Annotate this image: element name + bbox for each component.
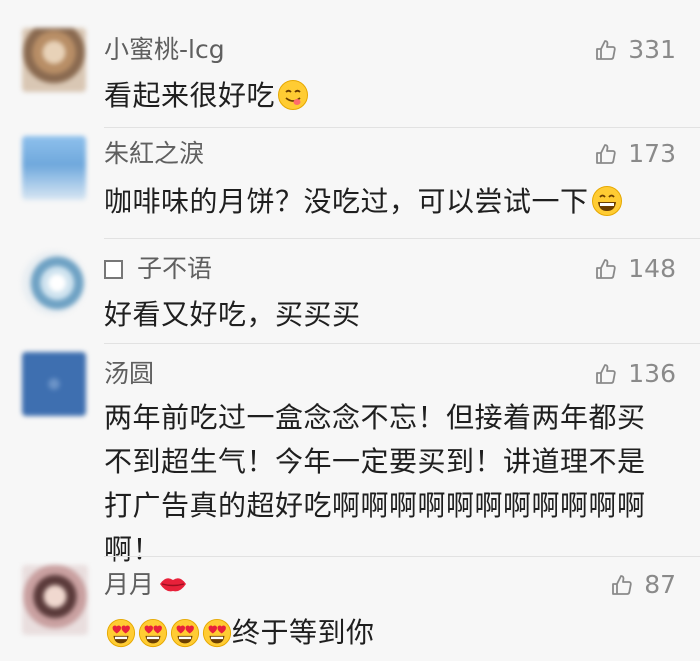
heart-eyes-icon	[138, 618, 168, 648]
username-text: 子不语	[137, 254, 213, 283]
comment-item: 月月 87 终于等到你	[0, 557, 700, 661]
thumbs-up-icon	[596, 364, 617, 384]
comment-text: 两年前吃过一盒念念不忘！但接着两年都买 不到超生气！今年一定要买到！讲道理不是 …	[104, 396, 679, 572]
comment-text: 看起来很好吃	[104, 74, 679, 118]
heart-eyes-icon	[170, 618, 200, 648]
thumbs-up-icon	[596, 144, 617, 164]
comment-text: 终于等到你	[104, 611, 679, 655]
comment-text: 好看又好吃，买买买	[104, 293, 679, 337]
username[interactable]: 汤圆	[104, 358, 154, 390]
avatar[interactable]	[22, 251, 86, 315]
username[interactable]: 小蜜桃-lcg	[104, 34, 225, 66]
comment-line: 两年前吃过一盒念念不忘！但接着两年都买	[104, 401, 646, 434]
username[interactable]: 朱紅之淚	[104, 138, 204, 170]
username[interactable]: 子不语	[104, 253, 212, 285]
like-button[interactable]: 331	[594, 34, 676, 66]
comment-body: 看起来很好吃	[104, 79, 276, 112]
comment-text: 咖啡味的月饼？没吃过，可以尝试一下	[104, 180, 679, 224]
like-count: 148	[628, 254, 676, 283]
like-count: 173	[628, 139, 676, 168]
avatar[interactable]	[22, 352, 86, 416]
username[interactable]: 月月	[104, 569, 188, 601]
comment-line: 打广告真的超好吃啊啊啊啊啊啊啊啊啊啊啊	[104, 489, 646, 522]
heart-eyes-icon	[106, 618, 136, 648]
comment-item: 小蜜桃-lcg 331 看起来很好吃	[0, 0, 700, 130]
comment-item: 子不语 148 好看又好吃，买买买	[0, 239, 700, 343]
comment-body: 好看又好吃，买买买	[104, 298, 361, 331]
like-button[interactable]: 173	[594, 138, 676, 170]
comment-body: 终于等到你	[232, 616, 375, 649]
like-button[interactable]: 148	[594, 253, 676, 285]
like-button[interactable]: 87	[610, 569, 676, 601]
checkbox-icon	[104, 260, 123, 279]
thumbs-up-icon	[612, 575, 632, 595]
comment-item: 汤圆 136 两年前吃过一盒念念不忘！但接着两年都买 不到超生气！今年一定要买到…	[0, 344, 700, 566]
like-button[interactable]: 136	[594, 358, 676, 390]
yum-face-icon	[278, 80, 309, 110]
like-count: 87	[644, 570, 676, 599]
avatar[interactable]	[22, 28, 86, 92]
like-count: 331	[628, 35, 676, 64]
avatar[interactable]	[22, 565, 88, 635]
like-count: 136	[628, 359, 676, 388]
comment-line: 不到超生气！今年一定要买到！讲道理不是	[104, 445, 646, 478]
kiss-mark-icon	[160, 578, 187, 592]
comment-item: 朱紅之淚 173 咖啡味的月饼？没吃过，可以尝试一下	[0, 128, 700, 240]
grinning-face-icon	[591, 186, 622, 216]
comment-body: 咖啡味的月饼？没吃过，可以尝试一下	[104, 185, 589, 218]
avatar[interactable]	[22, 136, 86, 200]
heart-eyes-icon	[202, 618, 232, 648]
thumbs-up-icon	[596, 259, 617, 279]
username-text: 月月	[104, 570, 155, 599]
thumbs-up-icon	[596, 40, 617, 60]
